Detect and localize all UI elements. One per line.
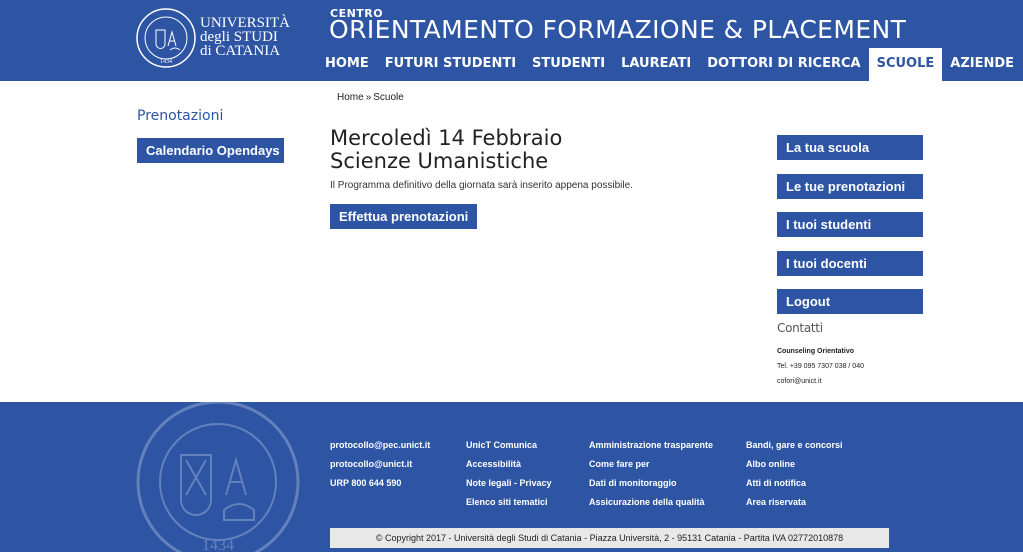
breadcrumb: Home» Scuole [337,92,404,103]
nav-item-scuole[interactable]: SCUOLE [868,48,943,81]
logo-line-2: degli STUDI [200,29,278,45]
university-seal-icon: 1434 [136,8,196,68]
footer-link-area-riservata[interactable]: Area riservata [746,497,806,507]
sidebar-heading-prenotazioni: Prenotazioni [137,108,224,124]
copyright-bar: © Copyright 2017 - Università degli Stud… [330,528,889,548]
footer-link-come-fare-per[interactable]: Come fare per [589,459,650,469]
contacts-heading: Contatti [777,321,823,335]
footer-link-atti-notifica[interactable]: Atti di notifica [746,478,806,488]
logout-button[interactable]: Logout [777,289,923,314]
footer-link-assicurazione-qualita[interactable]: Assicurazione della qualità [589,497,705,507]
footer-link-bandi[interactable]: Bandi, gare e concorsi [746,440,843,450]
le-tue-prenotazioni-button[interactable]: Le tue prenotazioni [777,174,923,199]
footer-link-accessibilita[interactable]: Accessibilità [466,459,521,469]
nav-item-laureati[interactable]: LAUREATI [613,48,699,81]
site-title[interactable]: ORIENTAMENTO FORMAZIONE & PLACEMENT [329,15,906,44]
footer-link-note-legali[interactable]: Note legali - Privacy [466,478,552,488]
footer-seal-icon: 1434 [136,402,300,552]
logo-seal-year: 1434 [160,59,172,65]
event-description: Il Programma definitivo della giornata s… [330,180,633,191]
breadcrumb-home-link[interactable]: Home [337,92,364,103]
footer-link-elenco-siti[interactable]: Elenco siti tematici [466,497,548,507]
footer-text-urp: URP 800 644 590 [330,478,402,488]
contact-email[interactable]: cofori@unict.it [777,378,821,385]
footer-link-protocollo[interactable]: protocollo@unict.it [330,459,412,469]
main-nav: HOME FUTURI STUDENTI STUDENTI LAUREATI D… [317,48,1022,81]
contact-name: Counseling Orientativo [777,348,855,355]
breadcrumb-separator: » [365,92,372,103]
nav-item-futuri-studenti[interactable]: FUTURI STUDENTI [377,48,524,81]
footer-seal-year: 1434 [202,537,234,552]
nav-item-aziende[interactable]: AZIENDE [942,48,1022,81]
university-logo[interactable]: 1434 UNIVERSITÀ degli STUDI di CATANIA [136,8,290,68]
contact-phone: Tel. +39 095 7307 038 / 040 [777,363,864,370]
nav-item-dottori-di-ricerca[interactable]: DOTTORI DI RICERCA [699,48,868,81]
event-title: Mercoledì 14 Febbraio Scienze Umanistich… [330,127,562,173]
footer-link-amministrazione-trasparente[interactable]: Amministrazione trasparente [589,440,713,450]
la-tua-scuola-button[interactable]: La tua scuola [777,135,923,160]
logo-line-1: UNIVERSITÀ [200,15,290,31]
footer-link-pec[interactable]: protocollo@pec.unict.it [330,440,430,450]
nav-item-studenti[interactable]: STUDENTI [524,48,613,81]
logo-text: UNIVERSITÀ degli STUDI di CATANIA [200,15,290,59]
i-tuoi-studenti-button[interactable]: I tuoi studenti [777,212,923,237]
effettua-prenotazioni-button[interactable]: Effettua prenotazioni [330,204,477,229]
event-subject: Scienze Umanistiche [330,149,549,173]
event-date: Mercoledì 14 Febbraio [330,126,563,150]
calendario-opendays-button[interactable]: Calendario Opendays [137,138,284,163]
footer-link-dati-monitoraggio[interactable]: Dati di monitoraggio [589,478,677,488]
logo-line-3: di CATANIA [200,43,281,59]
footer-link-albo-online[interactable]: Albo online [746,459,795,469]
breadcrumb-current: Scuole [373,92,404,103]
nav-item-home[interactable]: HOME [317,48,377,81]
site-footer: 1434 protocollo@pec.unict.it protocollo@… [0,402,1023,552]
footer-link-unict-comunica[interactable]: UnicT Comunica [466,440,537,450]
site-header: 1434 UNIVERSITÀ degli STUDI di CATANIA C… [0,0,1023,81]
i-tuoi-docenti-button[interactable]: I tuoi docenti [777,251,923,276]
